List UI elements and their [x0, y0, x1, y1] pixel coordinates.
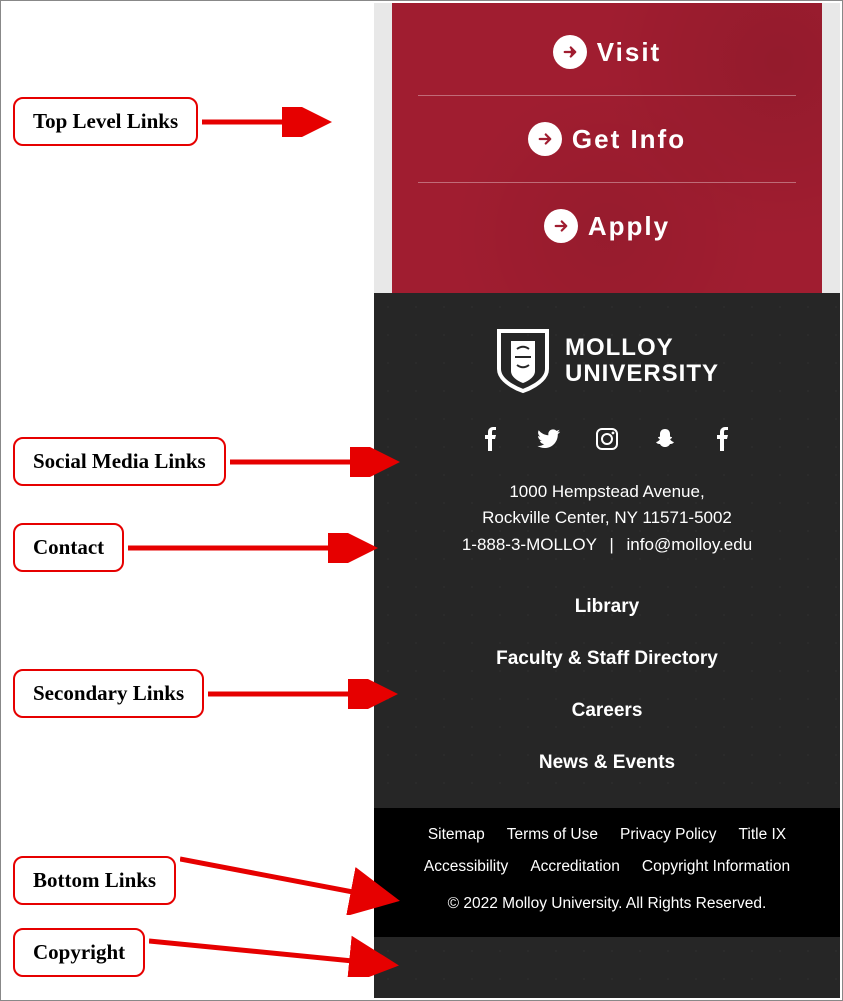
link-sitemap[interactable]: Sitemap	[428, 822, 485, 848]
logo-line1: MOLLOY	[565, 335, 719, 361]
footer-dark-area: MOLLOY UNIVERSITY 1000 Hempstead Avenue,…	[374, 293, 840, 998]
arrow-icon	[230, 447, 410, 477]
link-news[interactable]: News & Events	[539, 752, 675, 774]
link-privacy[interactable]: Privacy Policy	[620, 822, 716, 848]
link-careers[interactable]: Careers	[572, 700, 643, 722]
logo-text: MOLLOY UNIVERSITY	[565, 335, 719, 388]
cta-get-info[interactable]: Get Info	[418, 96, 796, 183]
annotation-label: Contact	[13, 523, 124, 572]
footer-preview: Visit Get Info Apply	[374, 3, 840, 998]
email[interactable]: info@molloy.edu	[627, 535, 753, 554]
black-bar: Sitemap Terms of Use Privacy Policy Titl…	[374, 808, 840, 937]
cta-background: Visit Get Info Apply	[374, 3, 840, 293]
bottom-links: Sitemap Terms of Use Privacy Policy Titl…	[386, 822, 828, 881]
secondary-links: Library Faculty & Staff Directory Career…	[374, 578, 840, 808]
link-accessibility[interactable]: Accessibility	[424, 854, 508, 880]
cta-label: Visit	[597, 37, 661, 68]
link-directory[interactable]: Faculty & Staff Directory	[496, 648, 718, 670]
shield-icon	[495, 327, 551, 395]
cta-visit[interactable]: Visit	[418, 9, 796, 96]
arrow-right-icon	[553, 35, 587, 69]
logo: MOLLOY UNIVERSITY	[374, 319, 840, 413]
annotation-secondary: Secondary Links	[13, 669, 408, 718]
phone[interactable]: 1-888-3-MOLLOY	[462, 535, 597, 554]
link-copyright-info[interactable]: Copyright Information	[642, 854, 790, 880]
arrow-icon	[208, 679, 408, 709]
cta-panel: Visit Get Info Apply	[392, 3, 822, 293]
arrow-right-icon	[528, 122, 562, 156]
annotation-label: Top Level Links	[13, 97, 198, 146]
contact-block: 1000 Hempstead Avenue, Rockville Center,…	[374, 473, 840, 578]
annotation-label: Copyright	[13, 928, 145, 977]
link-terms[interactable]: Terms of Use	[507, 822, 598, 848]
link-title-ix[interactable]: Title IX	[738, 822, 786, 848]
address-line1: 1000 Hempstead Avenue,	[384, 479, 830, 505]
annotation-label: Social Media Links	[13, 437, 226, 486]
address-line2: Rockville Center, NY 11571-5002	[384, 505, 830, 531]
twitter-icon[interactable]	[537, 427, 561, 451]
instagram-icon[interactable]	[595, 427, 619, 451]
snapchat-icon[interactable]	[653, 427, 677, 451]
annotation-label: Bottom Links	[13, 856, 176, 905]
link-accreditation[interactable]: Accreditation	[530, 854, 620, 880]
contact-line3: 1-888-3-MOLLOY | info@molloy.edu	[384, 532, 830, 558]
arrow-icon	[149, 927, 409, 977]
arrow-icon	[202, 107, 342, 137]
copyright-text: © 2022 Molloy University. All Rights Res…	[386, 891, 828, 917]
annotation-label: Secondary Links	[13, 669, 204, 718]
separator: |	[601, 535, 621, 554]
arrow-icon	[180, 845, 410, 915]
annotation-copyright: Copyright	[13, 927, 409, 977]
annotation-social: Social Media Links	[13, 437, 410, 486]
link-library[interactable]: Library	[575, 596, 639, 618]
facebook-icon[interactable]	[711, 427, 735, 451]
cta-apply[interactable]: Apply	[418, 183, 796, 269]
facebook-icon[interactable]	[479, 427, 503, 451]
arrow-right-icon	[544, 209, 578, 243]
annotation-bottom: Bottom Links	[13, 845, 410, 915]
cta-label: Apply	[588, 211, 670, 242]
social-row	[374, 413, 840, 473]
annotation-top-level: Top Level Links	[13, 97, 342, 146]
cta-label: Get Info	[572, 124, 686, 155]
logo-line2: UNIVERSITY	[565, 361, 719, 387]
annotation-contact: Contact	[13, 523, 388, 572]
arrow-icon	[128, 533, 388, 563]
